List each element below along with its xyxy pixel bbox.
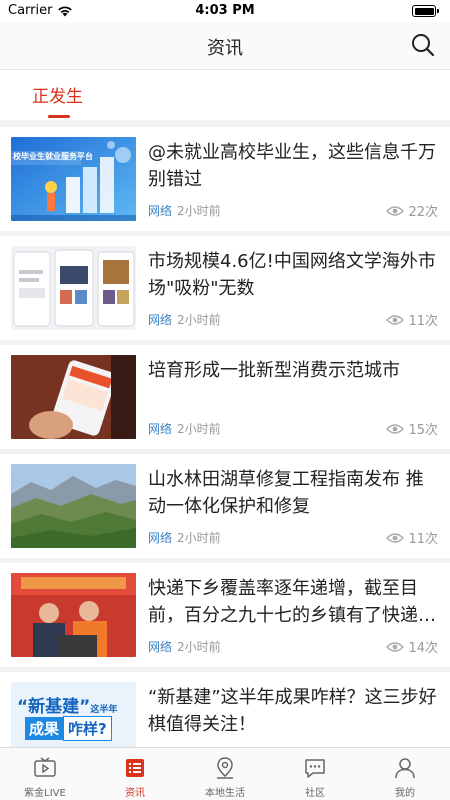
thumbnail-headline-small: 这半年 [90, 705, 118, 715]
tab-local-life[interactable]: 本地生活 [180, 748, 270, 800]
thumbnail-tag-a: 成果 [25, 717, 64, 740]
eye-icon [386, 641, 405, 652]
thumbnail-caption: 校毕业生就业服务平台 [13, 152, 93, 161]
news-list-icon [126, 759, 144, 777]
tab-zheng-fa-sheng[interactable]: 正发生 [32, 82, 83, 107]
view-count: 14次 [386, 637, 438, 656]
tab-news[interactable]: 资讯 [90, 748, 180, 800]
eye-icon [386, 423, 405, 434]
news-title: @未就业高校毕业生，这些信息千万别错过 [148, 142, 436, 190]
news-thumbnail [11, 464, 136, 548]
view-count-value: 14次 [408, 641, 438, 656]
news-item[interactable]: 培育形成一批新型消费示范城市 网络 2小时前 15次 [0, 345, 450, 449]
thumbnail-text-line-2: 成果 咋样? [25, 716, 112, 741]
news-title: “新基建”这半年成果咋样？这三步好棋值得关注！ [148, 687, 437, 735]
news-title: 培育形成一批新型消费示范城市 [148, 360, 400, 381]
tab-label: 紫金LIVE [24, 788, 66, 799]
news-thumbnail [11, 355, 136, 439]
page-title: 资讯 [207, 38, 243, 59]
news-item[interactable]: 快递下乡覆盖率逐年递增，截至目前，百分之九十七的乡镇有了快递网点 网络 2小时前… [0, 563, 450, 667]
news-source: 网络 [148, 204, 173, 218]
news-time: 2小时前 [177, 422, 221, 436]
news-list: 校毕业生就业服务平台 @未就业高校毕业生，这些信息千万别错过 网络 2小时前 2… [0, 127, 450, 747]
news-source: 网络 [148, 313, 173, 327]
news-source: 网络 [148, 640, 173, 654]
status-time: 4:03 PM [195, 3, 255, 18]
news-thumbnail [11, 246, 136, 330]
tv-play-icon [34, 757, 56, 777]
chat-bubble-icon [305, 759, 325, 778]
news-title: 快递下乡覆盖率逐年递增，截至目前，百分之九十七的乡镇有了快递网点 [148, 578, 436, 626]
tab-zijin-live[interactable]: 紫金LIVE [0, 748, 90, 800]
tab-mine[interactable]: 我的 [360, 748, 450, 800]
app-screen: Carrier 4:03 PM 资讯 正发生 校毕业生就业服务平台 @未就业高校… [0, 0, 450, 800]
eye-icon [386, 314, 405, 325]
view-count-value: 15次 [408, 423, 438, 438]
view-count: 11次 [386, 528, 438, 547]
news-title: 市场规模4.6亿!中国网络文学海外市场"吸粉"无数 [148, 251, 436, 299]
view-count-value: 11次 [408, 314, 438, 329]
battery-icon [412, 5, 439, 17]
status-bar: Carrier 4:03 PM [0, 0, 450, 22]
view-count-value: 11次 [408, 532, 438, 547]
news-source: 网络 [148, 422, 173, 436]
tab-label: 资讯 [125, 788, 145, 799]
eye-icon [386, 205, 405, 216]
news-source: 网络 [148, 531, 173, 545]
search-icon[interactable] [410, 32, 436, 58]
news-item[interactable]: 山水林田湖草修复工程指南发布 推动一体化保护和修复 网络 2小时前 11次 [0, 454, 450, 558]
map-pin-icon [217, 757, 233, 779]
news-title: 山水林田湖草修复工程指南发布 推动一体化保护和修复 [148, 469, 424, 517]
news-time: 2小时前 [177, 640, 221, 654]
news-thumbnail: “新基建”这半年 成果 咋样? [11, 682, 136, 747]
news-time: 2小时前 [177, 313, 221, 327]
user-icon [395, 758, 415, 779]
navigation-bar: 资讯 [0, 22, 450, 70]
tab-label: 我的 [395, 788, 415, 799]
news-time: 2小时前 [177, 204, 221, 218]
news-item[interactable]: 校毕业生就业服务平台 @未就业高校毕业生，这些信息千万别错过 网络 2小时前 2… [0, 127, 450, 231]
tab-label: 本地生活 [205, 788, 245, 799]
tab-label: 社区 [305, 788, 325, 799]
view-count-value: 22次 [408, 205, 438, 220]
active-tab-indicator [48, 115, 70, 118]
news-thumbnail: 校毕业生就业服务平台 [11, 137, 136, 221]
channel-tab-bar: 正发生 [0, 70, 450, 120]
tab-community[interactable]: 社区 [270, 748, 360, 800]
news-item[interactable]: 市场规模4.6亿!中国网络文学海外市场"吸粉"无数 网络 2小时前 11次 [0, 236, 450, 340]
bottom-tab-bar: 紫金LIVE 资讯 本地生活 社区 我的 [0, 747, 450, 800]
news-item[interactable]: “新基建”这半年 成果 咋样? “新基建”这半年成果咋样？这三步好棋值得关注！ [0, 672, 450, 747]
view-count: 22次 [386, 201, 438, 220]
view-count: 11次 [386, 310, 438, 329]
eye-icon [386, 532, 405, 543]
thumbnail-text-line-1: “新基建”这半年 [17, 692, 117, 717]
view-count: 15次 [386, 419, 438, 438]
thumbnail-headline: “新基建” [17, 697, 91, 717]
news-time: 2小时前 [177, 531, 221, 545]
news-thumbnail [11, 573, 136, 657]
thumbnail-tag-b: 咋样? [63, 716, 112, 741]
